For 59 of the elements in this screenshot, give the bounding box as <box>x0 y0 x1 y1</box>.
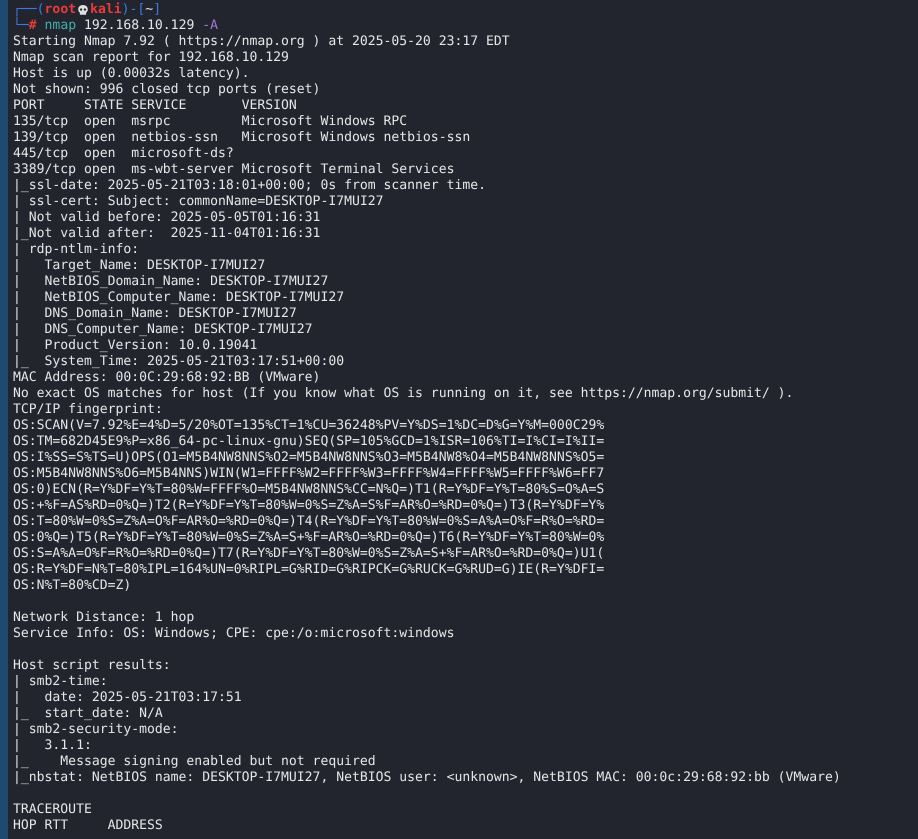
terminal-line: 3389/tcp open ms-wbt-server Microsoft Terminal Services <box>13 162 454 178</box>
terminal-line: |_ssl-date: 2025-05-21T03:18:01+00:00; 0s from scanner time. <box>13 178 486 194</box>
terminal-line: | rdp-ntlm-info: <box>13 242 140 258</box>
terminal-line: | Not valid before: 2025-05-05T01:16:31 <box>13 210 320 226</box>
skull-icon <box>77 4 90 16</box>
terminal-line: 139/tcp open netbios-ssn Microsoft Windows netbios-ssn <box>13 130 470 146</box>
prompt-user: root <box>44 2 76 18</box>
terminal-line: | smb2-time: <box>13 674 108 690</box>
terminal-line: No exact OS matches for host (If you know what OS is running on it, see https://nmap.org/submit/ ). <box>13 386 794 402</box>
terminal-line: | smb2-security-mode: <box>13 722 179 738</box>
terminal-line: |_ Message signing enabled but not required <box>13 754 376 770</box>
terminal-line: 445/tcp open microsoft-ds? <box>13 146 234 162</box>
terminal-line: OS:T=80%W=0%S=Z%A=O%F=AR%O=%RD=0%Q=)T4(R=Y%DF=Y%T=80%W=0%S=A%A=O%F=R%O=%RD= <box>13 514 604 530</box>
terminal-line: | NetBIOS_Computer_Name: DESKTOP-I7MUI27 <box>13 290 344 306</box>
terminal-line: OS:N%T=80%CD=Z) <box>13 578 132 594</box>
terminal-line: Service Info: OS: Windows; CPE: cpe:/o:microsoft:windows <box>13 626 454 642</box>
terminal-line: |_Not valid after: 2025-11-04T01:16:31 <box>13 226 320 242</box>
terminal-line: OS:S=A%A=O%F=R%O=%RD=0%Q=)T7(R=Y%DF=Y%T=80%W=0%S=Z%A=S+%F=AR%O=%RD=0%Q=)U1( <box>13 546 604 562</box>
command-argument: 192.168.10.129 <box>84 18 194 34</box>
prompt-frame: ┌──( <box>13 2 45 18</box>
prompt-frame: )-[ <box>122 2 146 18</box>
terminal-line: Host is up (0.00032s latency). <box>13 66 250 82</box>
terminal-line: | Product_Version: 10.0.19041 <box>13 338 258 354</box>
terminal-line: HOP RTT ADDRESS <box>13 818 163 834</box>
terminal-line: | ssl-cert: Subject: commonName=DESKTOP-I7MUI27 <box>13 194 384 210</box>
terminal-line: TCP/IP fingerprint: <box>13 402 163 418</box>
terminal-line: |_ System_Time: 2025-05-21T03:17:51+00:00 <box>13 354 344 370</box>
terminal-line: OS:R=Y%DF=N%T=80%IPL=164%UN=0%RIPL=G%RID=G%RIPCK=G%RUCK=G%RUD=G)IE(R=Y%DFI= <box>13 562 604 578</box>
terminal-line: OS:TM=682D45E9%P=x86_64-pc-linux-gnu)SEQ(SP=105%GCD=1%ISR=106%TI=I%CI=I%II= <box>13 434 604 450</box>
terminal-line: OS:+%F=AS%RD=0%Q=)T2(R=Y%DF=Y%T=80%W=0%S=Z%A=S%F=AR%O=%RD=0%Q=)T3(R=Y%DF=Y% <box>13 498 604 514</box>
terminal-line: OS:0)ECN(R=Y%DF=Y%T=80%W=FFFF%O=M5B4NW8NNS%CC=N%Q=)T1(R=Y%DF=Y%T=80%S=O%A=S <box>13 482 604 498</box>
terminal-line: | DNS_Computer_Name: DESKTOP-I7MUI27 <box>13 322 313 338</box>
command-name: nmap <box>44 18 76 34</box>
prompt-directory: ~ <box>145 2 154 18</box>
terminal-line: Network Distance: 1 hop <box>13 610 194 626</box>
command-option: -A <box>202 18 218 34</box>
terminal-line: 135/tcp open msrpc Microsoft Windows RPC <box>13 114 408 130</box>
terminal-line: | NetBIOS_Domain_Name: DESKTOP-I7MUI27 <box>13 274 328 290</box>
terminal-line: | DNS_Domain_Name: DESKTOP-I7MUI27 <box>13 306 297 322</box>
prompt-frame: ] <box>153 2 162 18</box>
terminal-line: OS:0%Q=)T5(R=Y%DF=Y%T=80%W=0%S=Z%A=S+%F=AR%O=%RD=0%Q=)T6(R=Y%DF=Y%T=80%W=0% <box>13 530 604 546</box>
terminal-line: Host script results: <box>13 658 171 674</box>
terminal-line: | 3.1.1: <box>13 738 92 754</box>
terminal-line: |_ start_date: N/A <box>13 706 163 722</box>
prompt-host: kali <box>90 2 122 18</box>
terminal-line: Nmap scan report for 192.168.10.129 <box>13 50 289 66</box>
prompt-frame: └─ <box>13 18 29 34</box>
terminal-line: TRACEROUTE <box>13 802 92 818</box>
terminal-line: | date: 2025-05-21T03:17:51 <box>13 690 242 706</box>
terminal-line: PORT STATE SERVICE VERSION <box>13 98 297 114</box>
terminal-line: OS:M5B4NW8NNS%O6=M5B4NNS)WIN(W1=FFFF%W2=FFFF%W3=FFFF%W4=FFFF%W5=FFFF%W6=FF7 <box>13 466 604 482</box>
terminal-line: MAC Address: 00:0C:29:68:92:BB (VMware) <box>13 370 320 386</box>
terminal-line: Starting Nmap 7.92 ( https://nmap.org ) at 2025-05-20 23:17 EDT <box>13 34 510 50</box>
terminal-line: |_nbstat: NetBIOS name: DESKTOP-I7MUI27, NetBIOS user: <unknown>, NetBIOS MAC: 00:0c:29:68:92:bb (VMware) <box>13 770 841 786</box>
terminal-line: OS:I%SS=S%TS=U)OPS(O1=M5B4NW8NNS%O2=M5B4NW8NNS%O3=M5B4NW8%O4=M5B4NW8NNS%O5= <box>13 450 604 466</box>
prompt-symbol: # <box>28 18 37 34</box>
terminal-line: Not shown: 996 closed tcp ports (reset) <box>13 82 320 98</box>
terminal-line: | Target_Name: DESKTOP-I7MUI27 <box>13 258 266 274</box>
terminal-line: OS:SCAN(V=7.92%E=4%D=5/20%OT=135%CT=1%CU=36248%PV=Y%DS=1%DC=D%G=Y%M=000C29% <box>13 418 604 434</box>
